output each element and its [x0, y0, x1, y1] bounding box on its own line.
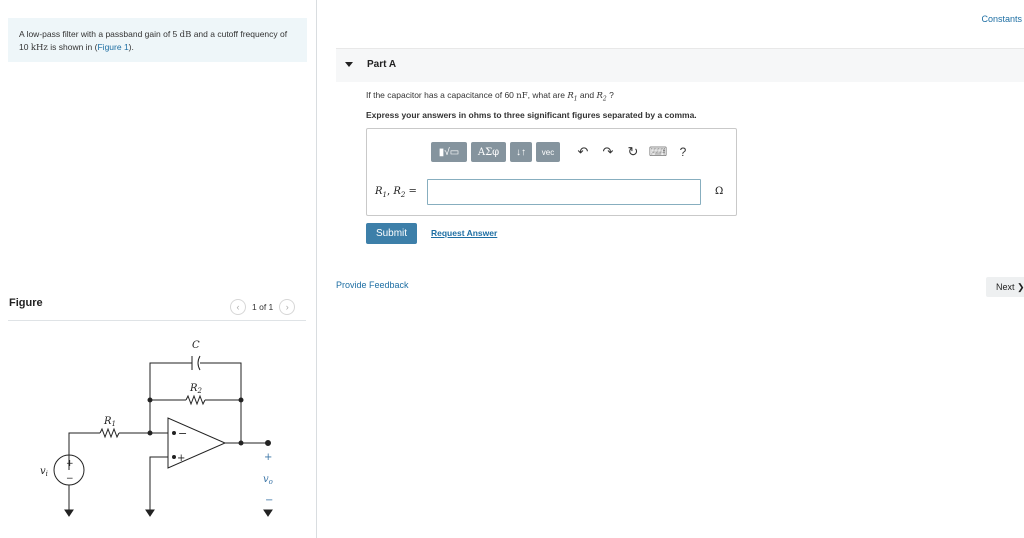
left-panel: A low-pass filter with a passband gain o…: [0, 0, 317, 538]
node-dot: [147, 397, 153, 403]
vi-label: vi: [40, 466, 48, 478]
symbols-label: ΑΣφ: [477, 146, 500, 158]
problem-intro: A low-pass filter with a passband gain o…: [8, 18, 307, 62]
redo-button[interactable]: ↷: [597, 142, 619, 162]
sort-arrows-icon: ↓↑: [516, 146, 526, 158]
question-text-a: If the capacitor has a capacitance of 60: [366, 90, 517, 100]
capacitor-label: C: [192, 340, 200, 351]
output-terminal: [265, 440, 271, 446]
output-minus-label: −: [265, 495, 273, 506]
problem-text: A low-pass filter with a passband gain o…: [19, 28, 289, 54]
provide-feedback-link[interactable]: Provide Feedback: [336, 280, 409, 290]
figure-page-count: 1 of 1: [252, 302, 274, 312]
node-dot: [238, 397, 244, 403]
intro-text-a: A low-pass filter with a passband gain o…: [19, 29, 180, 39]
next-button[interactable]: Next ❯: [986, 277, 1024, 297]
r2-label: R2: [189, 383, 203, 395]
vec-label: vec: [541, 147, 555, 157]
node-dot: [238, 440, 244, 446]
ground-arrow-icon: [64, 509, 74, 517]
redo-icon: ↷: [602, 144, 614, 159]
source-plus-label: +: [66, 459, 74, 469]
submit-button[interactable]: Submit: [366, 223, 417, 244]
resistor-r1: [99, 427, 120, 439]
question-text-b: , what are: [527, 90, 568, 100]
ground-arrow-icon: [145, 509, 155, 517]
sort-button[interactable]: ↓↑: [510, 142, 532, 162]
output-plus-label: +: [264, 452, 272, 463]
intro-text-d: ).: [128, 42, 134, 52]
unit-khz: kHz: [30, 43, 48, 53]
keyboard-button[interactable]: ⌨: [647, 142, 669, 162]
answer-label: R1, R2 =: [375, 186, 417, 199]
request-answer-link[interactable]: Request Answer: [431, 228, 497, 238]
r1-label: R1: [103, 416, 116, 428]
vo-label: vo: [263, 474, 273, 486]
chevron-right-icon: ›: [285, 302, 289, 312]
opamp-plus-label: +: [177, 453, 185, 464]
reset-icon: ↻: [627, 144, 639, 159]
vector-button[interactable]: vec: [536, 142, 560, 162]
next-figure-button[interactable]: ›: [279, 299, 296, 315]
help-icon: ?: [679, 145, 687, 159]
figure-label: Figure: [9, 297, 43, 309]
figure-link[interactable]: Figure 1: [97, 42, 128, 52]
answer-box: ▮√▭ ΑΣφ ↓↑ vec ↶ ↷ ↻ ⌨ ? R1, R2 = Ω: [366, 128, 737, 216]
capacitor-plate-right: [197, 355, 201, 371]
figure-divider: [8, 320, 306, 321]
opamp-minus-label: −: [178, 427, 187, 440]
math-toolbar: ▮√▭ ΑΣφ ↓↑ vec ↶ ↷ ↻ ⌨ ?: [431, 140, 694, 164]
prev-figure-button[interactable]: ‹: [230, 299, 246, 315]
chevron-left-icon: ‹: [236, 302, 240, 312]
answer-instructions: Express your answers in ohms to three si…: [366, 110, 697, 120]
ground-wire-opamp: [149, 456, 168, 510]
part-a-header[interactable]: Part A: [336, 48, 1024, 82]
question-text-c: ?: [606, 90, 614, 100]
collapse-caret-icon[interactable]: [345, 62, 353, 67]
templates-icon: ▮√▭: [438, 146, 460, 158]
constants-link[interactable]: Constants: [981, 14, 1022, 24]
part-title: Part A: [367, 59, 397, 70]
pin-dot: [172, 431, 176, 435]
cap-unit: nF: [516, 91, 528, 101]
keyboard-icon: ⌨: [648, 144, 668, 159]
question-and: and: [577, 90, 597, 100]
source-minus-label: −: [66, 474, 74, 484]
circuit-diagram: C R2 R1 vi vo − + + − + −: [40, 340, 273, 517]
undo-icon: ↶: [577, 144, 589, 159]
figure-pager: ‹ 1 of 1 ›: [230, 299, 296, 315]
answer-unit: Ω: [715, 186, 724, 197]
undo-button[interactable]: ↶: [572, 142, 594, 162]
question-text: If the capacitor has a capacitance of 60…: [366, 90, 614, 103]
ground-arrow-icon: [263, 509, 273, 517]
r1-symbol: R1: [567, 91, 578, 103]
pin-dot: [172, 455, 176, 459]
unit-db: dB: [179, 30, 192, 40]
help-button[interactable]: ?: [672, 142, 694, 162]
feedback-wire-right: [200, 362, 242, 443]
input-wire: [68, 432, 100, 470]
r2-symbol: R2: [596, 91, 607, 103]
resistor-r2: [185, 394, 206, 406]
symbols-button[interactable]: ΑΣφ: [471, 142, 506, 162]
answer-input[interactable]: [427, 179, 701, 205]
templates-button[interactable]: ▮√▭: [431, 142, 467, 162]
reset-button[interactable]: ↻: [622, 142, 644, 162]
node-dot: [147, 430, 153, 436]
feedback-wire-left: [149, 362, 192, 400]
intro-text-c: is shown in (: [47, 42, 98, 52]
